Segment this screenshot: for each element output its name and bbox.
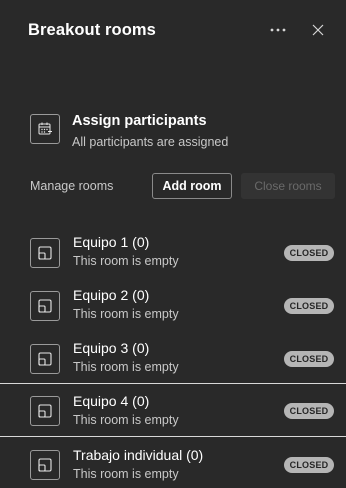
room-status-badge: CLOSED [284, 351, 334, 367]
room-icon [30, 238, 60, 268]
assign-participants-title: Assign participants [72, 113, 207, 129]
room-name: Equipo 2 (0) [73, 287, 150, 303]
room-name: Equipo 4 (0) [73, 393, 150, 409]
room-name: Equipo 3 (0) [73, 340, 150, 356]
room-item[interactable]: Equipo 1 (0) This room is empty CLOSED [0, 230, 346, 282]
room-status-badge: CLOSED [284, 457, 334, 473]
room-status-badge: CLOSED [284, 298, 334, 314]
room-status: This room is empty [73, 307, 179, 321]
room-icon [30, 396, 60, 426]
more-options-button[interactable] [266, 18, 290, 42]
room-item[interactable]: Equipo 3 (0) This room is empty CLOSED [0, 336, 346, 388]
room-item[interactable]: Equipo 2 (0) This room is empty CLOSED [0, 283, 346, 335]
room-name: Trabajo individual (0) [73, 447, 204, 463]
close-rooms-button: Close rooms [241, 173, 335, 199]
assign-participants-subtitle: All participants are assigned [72, 135, 229, 149]
close-panel-button[interactable] [306, 18, 330, 42]
panel-header: Breakout rooms [0, 0, 346, 64]
room-icon [30, 450, 60, 480]
room-status: This room is empty [73, 254, 179, 268]
breakout-rooms-panel: Breakout rooms Assign participants All p… [0, 0, 346, 488]
room-item[interactable]: Equipo 4 (0) This room is empty CLOSED [0, 383, 346, 437]
manage-rooms-label: Manage rooms [30, 179, 114, 193]
close-icon [312, 24, 324, 36]
room-item[interactable]: Trabajo individual (0) This room is empt… [0, 436, 346, 488]
room-status-badge: CLOSED [284, 403, 334, 419]
more-horizontal-icon [270, 28, 286, 32]
room-status: This room is empty [73, 467, 179, 481]
calendar-assign-icon [30, 114, 60, 144]
assign-participants-button[interactable]: Assign participants All participants are… [28, 110, 328, 156]
room-name: Equipo 1 (0) [73, 234, 150, 250]
room-status-badge: CLOSED [284, 245, 334, 261]
room-status: This room is empty [73, 360, 179, 374]
room-icon [30, 344, 60, 374]
room-icon [30, 291, 60, 321]
add-room-button[interactable]: Add room [152, 173, 232, 199]
panel-title: Breakout rooms [28, 21, 156, 39]
room-status: This room is empty [73, 413, 179, 427]
